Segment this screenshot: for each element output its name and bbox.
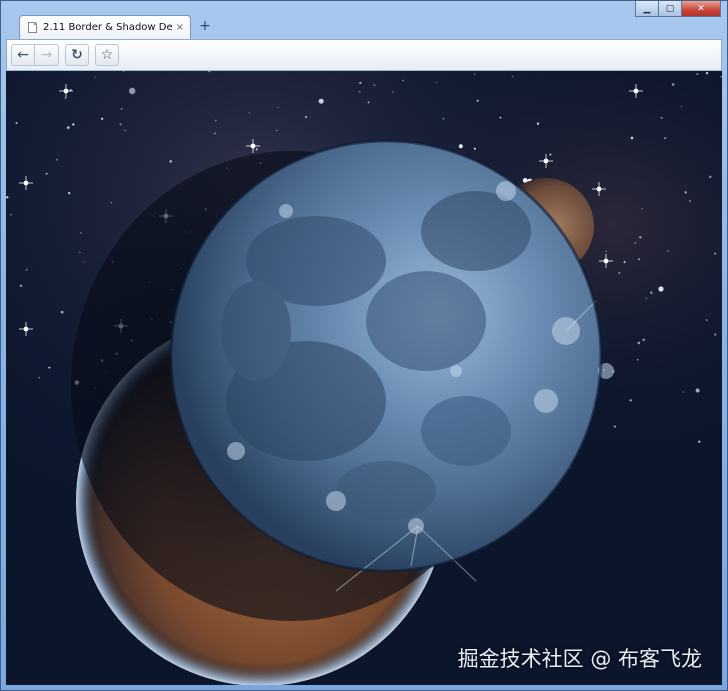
minimize-button[interactable]: ▁	[635, 1, 659, 17]
tab-close-icon[interactable]: ×	[176, 22, 184, 33]
back-button[interactable]: ←	[11, 44, 35, 66]
space-scene-image	[6, 71, 722, 685]
tab-title: 2.11 Border & Shadow De...	[43, 22, 172, 33]
browser-window: ▁ ▢ ✕ 2.11 Border & Shadow De... × + ← →…	[0, 0, 728, 691]
maximize-button[interactable]: ▢	[658, 1, 682, 17]
new-tab-button[interactable]: +	[197, 18, 213, 34]
reload-button[interactable]: ↻	[65, 44, 89, 66]
close-window-button[interactable]: ✕	[681, 1, 721, 17]
forward-button[interactable]: →	[35, 44, 59, 66]
page-content: 掘金技术社区 @ 布客飞龙	[6, 71, 722, 685]
history-buttons: ← →	[11, 44, 59, 66]
browser-tab[interactable]: 2.11 Border & Shadow De... ×	[19, 15, 191, 39]
window-controls: ▁ ▢ ✕	[635, 1, 721, 17]
navigation-toolbar: ← → ↻ ☆	[6, 39, 722, 71]
bookmark-star-button[interactable]: ☆	[95, 44, 119, 66]
page-icon	[28, 22, 37, 33]
watermark: 掘金技术社区 @ 布客飞龙	[457, 647, 702, 671]
address-bar[interactable]	[129, 44, 715, 66]
